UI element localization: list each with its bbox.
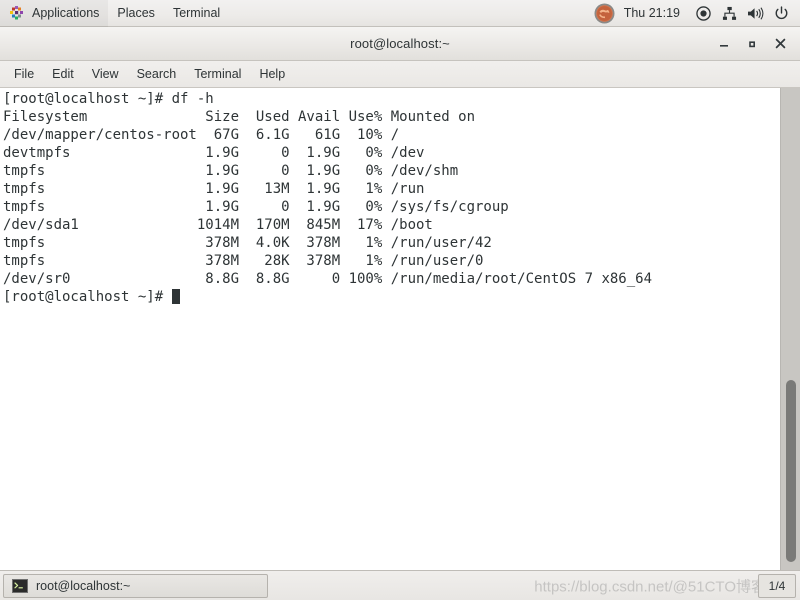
applications-menu-button[interactable]: Applications	[0, 0, 109, 27]
terminal-table-header: Filesystem Size Used Avail Use% Mounted …	[3, 109, 476, 125]
clock-label[interactable]: Thu 21:19	[620, 6, 690, 20]
watermark-text: https://blog.csdn.net/@51CTO博客	[534, 578, 766, 595]
terminal-output: [root@localhost ~]# df -h Filesystem Siz…	[3, 90, 652, 306]
terminal-final-prompt: [root@localhost ~]#	[3, 289, 172, 305]
terminal-window: root@localhost:~ File Edit View Search T…	[0, 27, 800, 570]
maximize-button[interactable]	[738, 30, 766, 58]
volume-icon[interactable]	[742, 0, 768, 27]
gnome-bottom-panel: root@localhost:~ https://blog.csdn.net/@…	[0, 570, 800, 600]
menu-file[interactable]: File	[5, 64, 43, 84]
menu-terminal[interactable]: Terminal	[185, 64, 250, 84]
network-icon[interactable]	[716, 0, 742, 27]
window-titlebar[interactable]: root@localhost:~	[0, 27, 800, 61]
vbox-guest-additions-icon[interactable]	[590, 0, 620, 27]
terminal-row: devtmpfs 1.9G 0 1.9G 0% /dev	[3, 145, 425, 161]
menu-help[interactable]: Help	[250, 64, 294, 84]
terminal-command-line: [root@localhost ~]# df -h	[3, 91, 214, 107]
applications-pinwheel-icon	[9, 5, 25, 21]
terminal-row: tmpfs 1.9G 0 1.9G 0% /dev/shm	[3, 163, 459, 179]
terminal-row: /dev/mapper/centos-root 67G 6.1G 61G 10%…	[3, 127, 400, 143]
minimize-button[interactable]	[710, 30, 738, 58]
terminal-row: /dev/sr0 8.8G 8.8G 0 100% /run/media/roo…	[3, 271, 653, 287]
terminal-row: tmpfs 1.9G 13M 1.9G 1% /run	[3, 181, 425, 197]
applications-menu-label: Applications	[32, 6, 100, 20]
terminal-scrollbar[interactable]	[780, 88, 800, 570]
menu-edit[interactable]: Edit	[43, 64, 83, 84]
close-button[interactable]	[766, 30, 794, 58]
accessibility-icon[interactable]	[690, 0, 716, 27]
places-menu-label: Places	[117, 6, 155, 20]
workspace-switcher[interactable]: 1/4	[758, 573, 796, 598]
workspace-indicator-label: 1/4	[768, 578, 786, 593]
menu-view[interactable]: View	[83, 64, 128, 84]
taskbar-item-label: root@localhost:~	[36, 578, 131, 593]
gnome-top-panel: Applications Places Terminal Thu 21:19	[0, 0, 800, 27]
terminal-app-menu-button[interactable]: Terminal	[164, 0, 229, 27]
places-menu-button[interactable]: Places	[108, 0, 164, 27]
terminal-app-menu-label: Terminal	[172, 6, 221, 20]
taskbar-item-terminal[interactable]: root@localhost:~	[3, 573, 268, 598]
power-icon[interactable]	[768, 0, 794, 27]
menu-search[interactable]: Search	[128, 64, 186, 84]
terminal-menubar: File Edit View Search Terminal Help	[0, 61, 800, 88]
terminal-row: tmpfs 378M 4.0K 378M 1% /run/user/42	[3, 235, 492, 251]
terminal-scrollbar-thumb[interactable]	[786, 380, 796, 562]
terminal-row: tmpfs 378M 28K 378M 1% /run/user/0	[3, 253, 484, 269]
terminal-icon	[12, 578, 28, 593]
terminal-text-area[interactable]: [root@localhost ~]# df -h Filesystem Siz…	[0, 88, 800, 570]
terminal-row: tmpfs 1.9G 0 1.9G 0% /sys/fs/cgroup	[3, 199, 509, 215]
panel-status-area: Thu 21:19	[590, 0, 800, 27]
window-title: root@localhost:~	[350, 36, 450, 51]
terminal-row: /dev/sda1 1014M 170M 845M 17% /boot	[3, 217, 433, 233]
window-controls	[710, 27, 794, 60]
terminal-cursor	[171, 289, 180, 304]
